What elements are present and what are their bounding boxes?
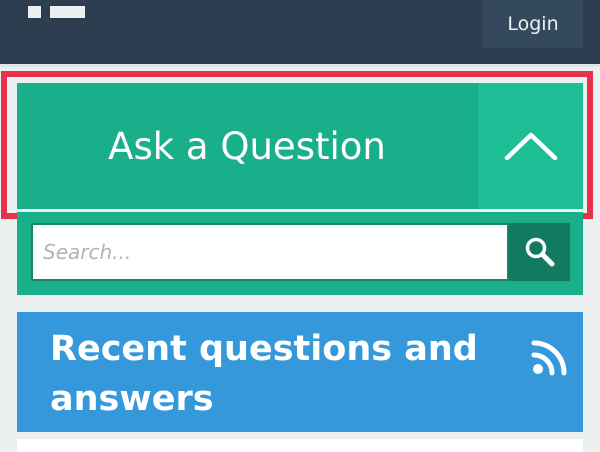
top-navbar: Login xyxy=(0,0,600,64)
search-input[interactable] xyxy=(31,223,509,281)
login-button[interactable]: Login xyxy=(483,0,583,48)
logo-wordmark[interactable] xyxy=(50,6,85,18)
menu-toggle-button[interactable] xyxy=(477,83,583,209)
recent-questions-panel: Recent questions and answers xyxy=(17,312,583,432)
navbar-divider xyxy=(0,64,600,67)
question-list xyxy=(17,439,583,452)
section-title: Recent questions and answers xyxy=(50,329,478,419)
search-panel xyxy=(17,212,583,295)
ask-question-bar: Ask a Question xyxy=(17,83,583,209)
logo-mark[interactable] xyxy=(28,6,41,18)
search-button[interactable] xyxy=(509,223,570,281)
chevron-up-icon xyxy=(504,132,557,161)
search-icon xyxy=(525,237,554,267)
rss-icon[interactable] xyxy=(530,337,570,377)
ask-question-button[interactable]: Ask a Question xyxy=(17,83,477,209)
